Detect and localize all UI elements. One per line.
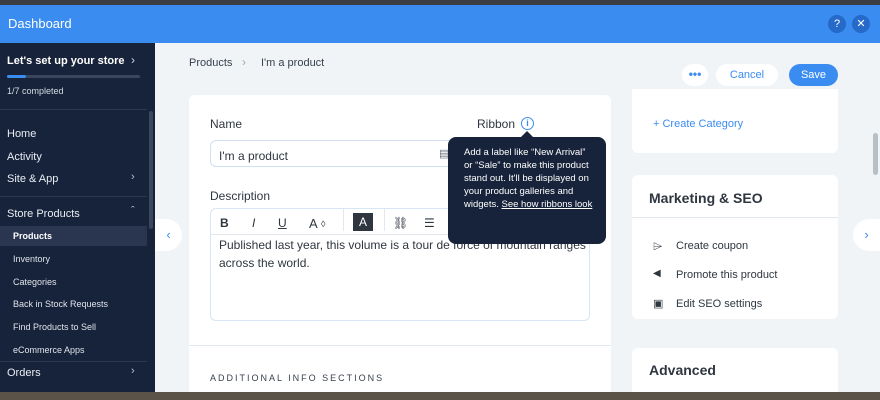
sidebar-item-home[interactable]: Home: [7, 128, 36, 140]
description-label: Description: [210, 189, 271, 203]
sidebar-item-find-products[interactable]: Find Products to Sell: [13, 322, 96, 332]
bold-icon[interactable]: B: [220, 216, 229, 230]
ribbon-tooltip: Add a label like “New Arrival” or “Sale”…: [448, 137, 606, 244]
sidebar-item-orders[interactable]: Orders: [7, 367, 41, 379]
sidebar-item-ecommerce-apps[interactable]: eCommerce Apps: [13, 345, 85, 355]
ribbon-label: Ribbon: [477, 117, 516, 131]
sidebar-divider: [0, 361, 147, 362]
main-content: Products › I'm a product Name I'm a prod…: [155, 43, 880, 395]
marketing-seo-title: Marketing & SEO: [649, 190, 763, 206]
help-icon[interactable]: ?: [828, 15, 846, 33]
additional-info-sections-title: ADDITIONAL INFO SECTIONS: [210, 373, 385, 383]
highlight-color-icon[interactable]: A: [353, 213, 373, 231]
sidebar-item-inventory[interactable]: Inventory: [13, 254, 50, 264]
sidebar-item-store-products[interactable]: Store Products: [7, 208, 80, 220]
toolbar-divider: [384, 209, 385, 231]
tooltip-link[interactable]: See how ribbons look: [502, 199, 593, 210]
sidebar-item-categories[interactable]: Categories: [13, 277, 57, 287]
sidebar-item-back-in-stock[interactable]: Back in Stock Requests: [13, 299, 108, 309]
chevron-right-icon: ›: [131, 171, 135, 183]
save-button[interactable]: Save: [789, 64, 838, 86]
chevron-right-icon: ›: [242, 55, 246, 69]
create-coupon-label: Create coupon: [676, 240, 749, 252]
close-icon[interactable]: ✕: [852, 15, 870, 33]
background-strip: [0, 392, 880, 400]
card-divider: [189, 345, 611, 346]
content-scrollbar[interactable]: [873, 133, 878, 175]
megaphone-icon: ◀: [653, 268, 661, 279]
promote-product-label: Promote this product: [676, 269, 778, 281]
name-input[interactable]: I'm a product ▤: [210, 140, 460, 167]
chevron-up-icon[interactable]: ˆ: [131, 205, 135, 217]
sidebar-scrollbar[interactable]: [149, 111, 153, 229]
cancel-button[interactable]: Cancel: [716, 64, 778, 86]
chevron-right-icon: ›: [131, 365, 135, 377]
sidebar-item-site-app[interactable]: Site & App: [7, 173, 58, 185]
setup-progress-fill: [7, 75, 26, 78]
setup-store-title[interactable]: Let's set up your store: [7, 55, 125, 67]
modal-header: Dashboard ? ✕: [0, 5, 880, 43]
toolbar-divider: [343, 209, 344, 231]
breadcrumb-products[interactable]: Products: [189, 57, 232, 69]
name-label: Name: [210, 117, 243, 131]
advanced-card: Advanced: [632, 348, 838, 395]
setup-progress-text: 1/7 completed: [7, 86, 64, 96]
sidebar: Let's set up your store › 1/7 completed …: [0, 43, 155, 395]
modal-title: Dashboard: [8, 16, 72, 31]
text-color-icon[interactable]: A: [309, 216, 318, 231]
sidebar-item-products[interactable]: Products: [13, 231, 52, 241]
marketing-seo-card: Marketing & SEO ⌲ Create coupon ◀ Promot…: [632, 175, 838, 319]
sidebar-divider: [0, 109, 147, 110]
seo-icon: ▣: [653, 298, 664, 310]
italic-icon[interactable]: I: [252, 216, 255, 230]
chevron-right-icon[interactable]: ›: [131, 53, 135, 67]
setup-progress-bar: [7, 75, 140, 78]
info-icon[interactable]: i: [521, 117, 534, 130]
create-category-link[interactable]: + Create Category: [653, 118, 743, 130]
underline-icon[interactable]: U: [278, 216, 287, 230]
sidebar-item-activity[interactable]: Activity: [7, 151, 42, 163]
sidebar-divider: [0, 196, 147, 197]
text-color-drop-icon: ◊: [321, 219, 326, 229]
breadcrumb-current: I'm a product: [261, 57, 325, 69]
link-icon[interactable]: ⛓: [393, 216, 408, 230]
more-actions-button[interactable]: •••: [682, 64, 708, 86]
coupon-icon: ⌲: [653, 239, 663, 253]
card-divider: [632, 217, 838, 218]
bullet-list-icon[interactable]: ☰: [424, 216, 435, 230]
name-input-value: I'm a product: [219, 149, 288, 163]
advanced-title: Advanced: [649, 362, 716, 378]
edit-seo-label: Edit SEO settings: [676, 298, 763, 310]
dashboard-modal: Dashboard ? ✕ Let's set up your store › …: [0, 5, 880, 395]
next-product-arrow[interactable]: ›: [853, 219, 880, 251]
categories-card: + Create Category: [632, 89, 838, 153]
